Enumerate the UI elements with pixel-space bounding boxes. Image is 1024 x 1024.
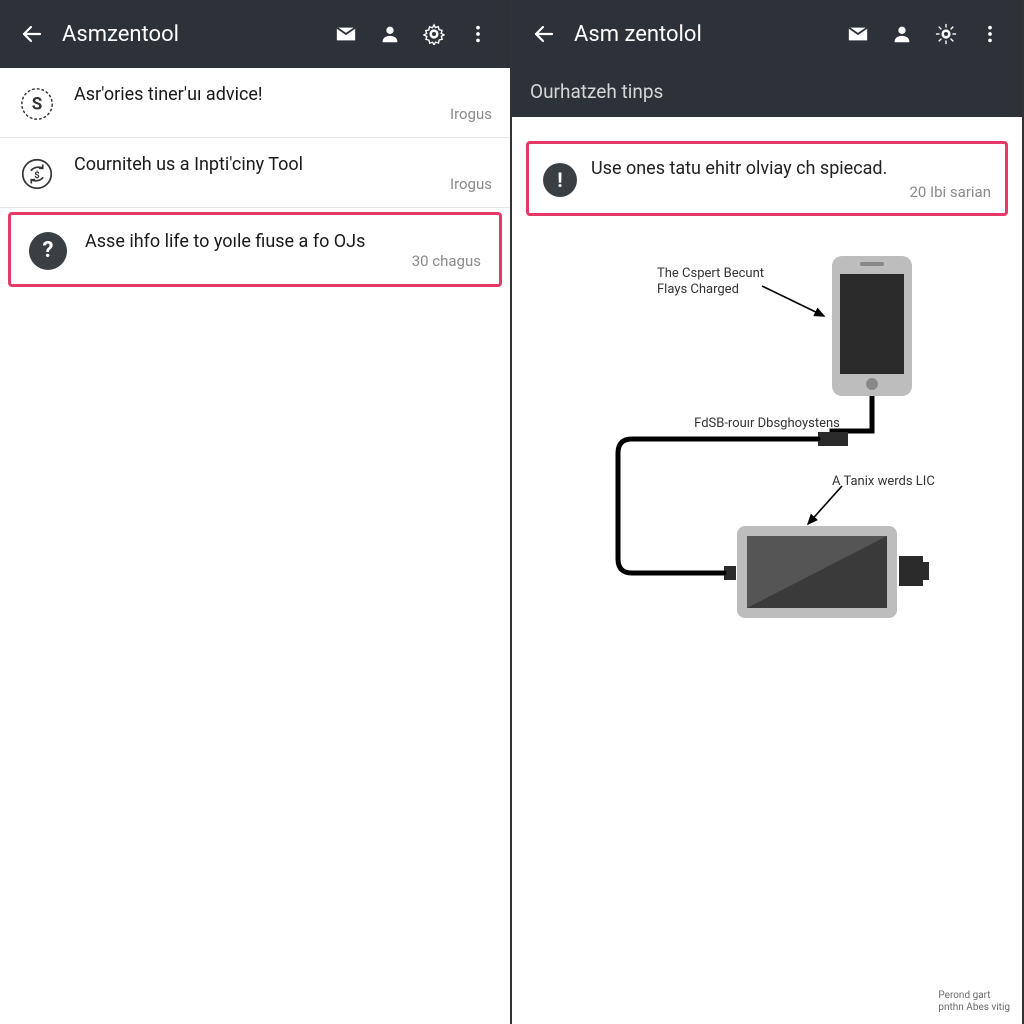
list-item-sub: Irogus — [74, 105, 492, 123]
footer-note: Perond gartpnthn Abes vitig — [938, 990, 1010, 1014]
appbar-right: Asm zentolol — [512, 0, 1022, 68]
right-content: ! Use ones tatu ehitr olviay ch spiecad.… — [512, 117, 1022, 1024]
diagram-label-bottom-phone: A Tanix werds LIC — [832, 474, 972, 490]
diagram-label-cable: FdSB-rouır Dbsghoystens — [682, 416, 852, 432]
list-item[interactable]: S Asr'ories tiner'uı advice! Irogus — [0, 68, 510, 138]
dollar-circle-icon: S — [18, 85, 56, 123]
list-item-title: Asr'ories tiner'uı advice! — [74, 84, 492, 105]
svg-text:$: $ — [34, 169, 40, 180]
account-button[interactable] — [880, 12, 924, 56]
connection-diagram: The Cspert BecuntFlays Charged FdSB-rouı… — [512, 226, 1022, 646]
mail-icon — [335, 23, 357, 45]
list-item-title: Asse ihfo life to yoıle fiuse a fo OJs — [85, 231, 481, 252]
more-vert-icon — [979, 23, 1001, 45]
overflow-button[interactable] — [456, 12, 500, 56]
appbar-title: Asmzentool — [62, 22, 324, 47]
settings-button[interactable] — [412, 12, 456, 56]
tip-sub: 20 Ibi sarian — [591, 183, 991, 201]
list-item-title: Courniteh us a Inpti'ciny Tool — [74, 154, 492, 175]
arrow-left-icon — [20, 22, 44, 46]
left-content: S Asr'ories tiner'uı advice! Irogus $ Co… — [0, 68, 510, 1024]
tip-card-highlighted[interactable]: ! Use ones tatu ehitr olviay ch spiecad.… — [526, 141, 1008, 216]
exclamation-icon: ! — [543, 163, 577, 197]
right-pane: Asm zentolol Ourhatzeh tinps ! Use ones … — [512, 0, 1024, 1024]
subheader: Ourhatzeh tinps — [512, 68, 1022, 117]
mail-icon — [847, 23, 869, 45]
appbar-left: Asmzentool — [0, 0, 510, 68]
back-button[interactable] — [522, 12, 566, 56]
settings-button[interactable] — [924, 12, 968, 56]
left-pane: Asmzentool S Asr'ories tiner'uı advice! … — [0, 0, 512, 1024]
appbar-title: Asm zentolol — [574, 22, 836, 47]
person-icon — [891, 23, 913, 45]
diagram-label-top-phone: The Cspert BecuntFlays Charged — [657, 266, 777, 297]
back-button[interactable] — [10, 12, 54, 56]
mail-button[interactable] — [324, 12, 368, 56]
list-item-sub: Irogus — [74, 175, 492, 193]
svg-text:S: S — [32, 94, 43, 114]
sync-circle-icon: $ — [18, 155, 56, 193]
person-icon — [379, 23, 401, 45]
mail-button[interactable] — [836, 12, 880, 56]
list-item-highlighted[interactable]: ? Asse ihfo life to yoıle fiuse a fo OJs… — [8, 212, 502, 287]
overflow-button[interactable] — [968, 12, 1012, 56]
arrow-left-icon — [532, 22, 556, 46]
list-item[interactable]: $ Courniteh us a Inpti'ciny Tool Irogus — [0, 138, 510, 208]
list-item-sub: 30 chagus — [85, 252, 481, 270]
gear-icon — [423, 23, 445, 45]
account-button[interactable] — [368, 12, 412, 56]
tip-title: Use ones tatu ehitr olviay ch spiecad. — [591, 158, 991, 179]
question-icon: ? — [29, 232, 67, 270]
gear-icon — [935, 23, 957, 45]
more-vert-icon — [467, 23, 489, 45]
